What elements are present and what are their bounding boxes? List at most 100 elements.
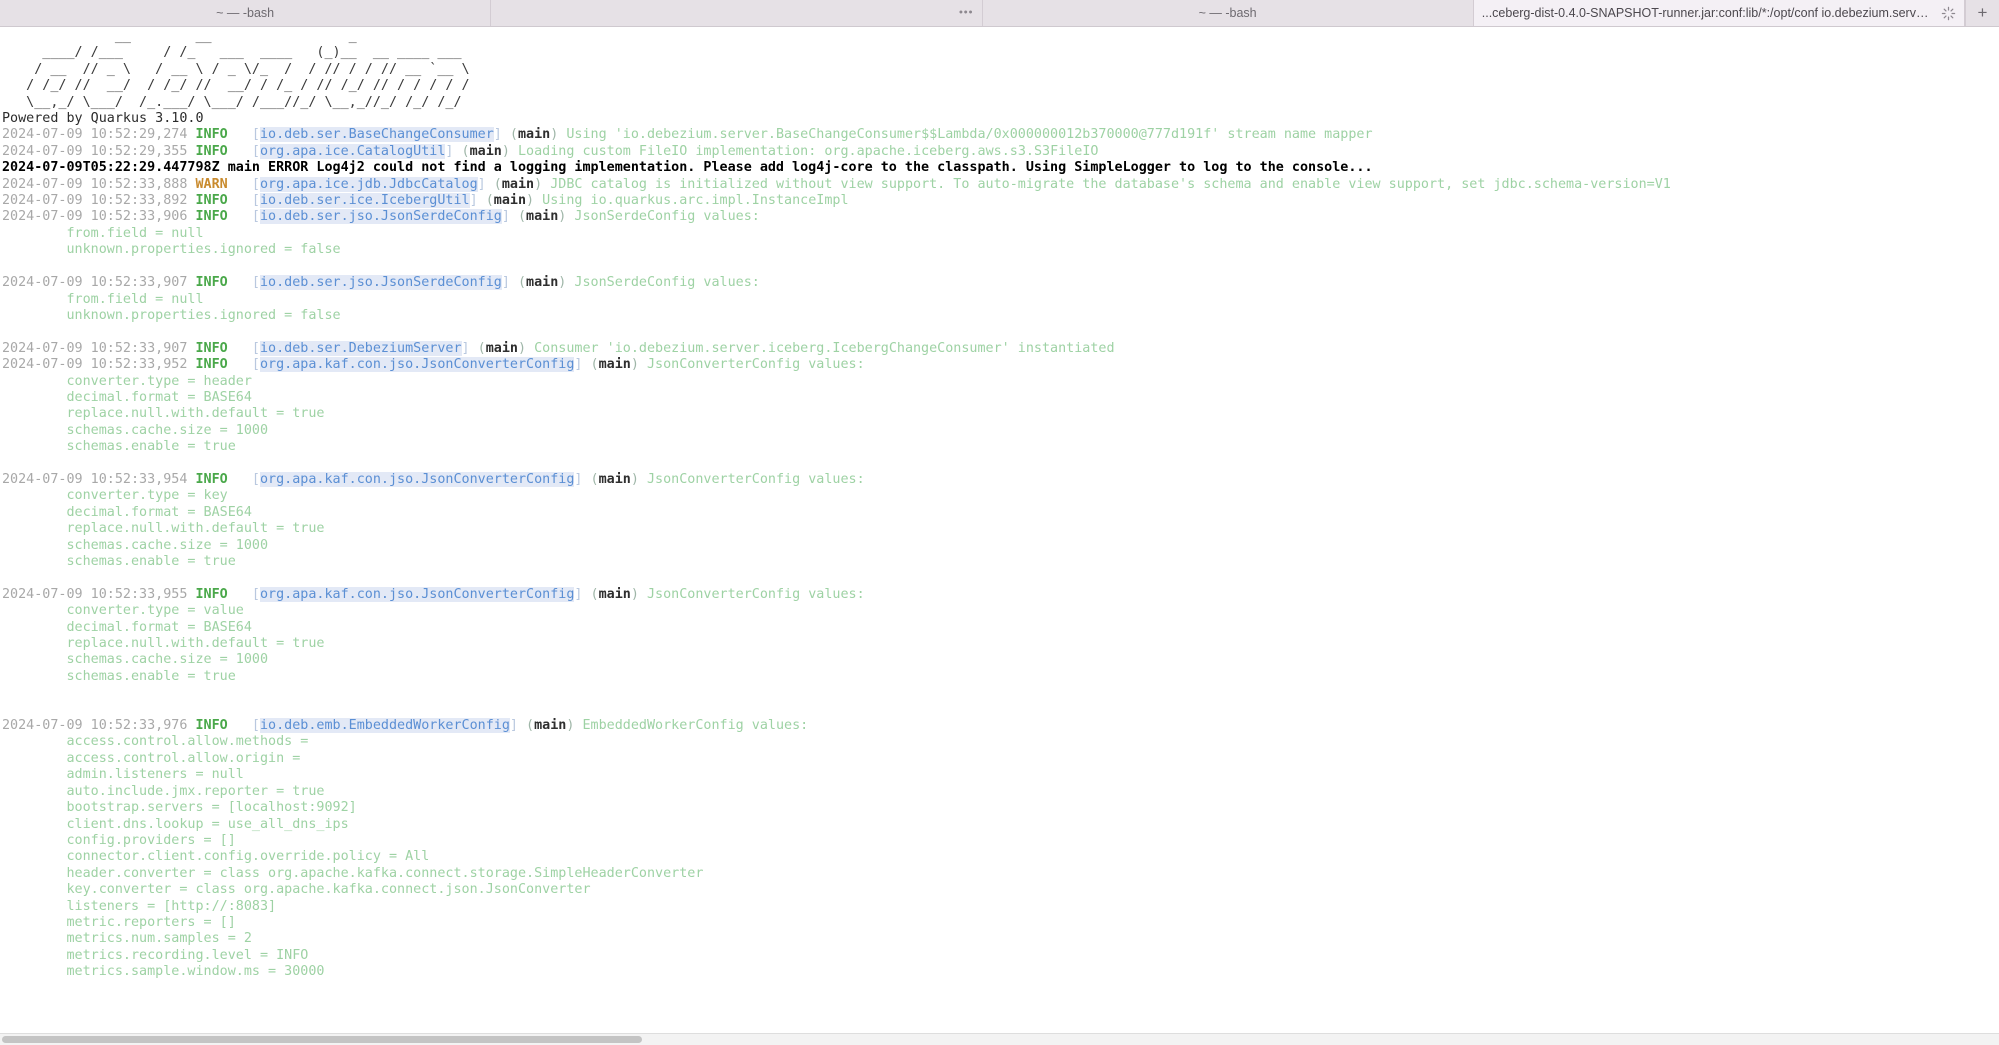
log-logger-class: org.apa.kaf.con.jso.JsonConverterConfig: [259, 471, 575, 487]
log-logger-class: io.deb.ser.ice.IcebergUtil: [259, 193, 470, 209]
vertical-scrollbar[interactable]: [1988, 27, 1999, 1033]
log-property-line: unknown.properties.ignored = false: [2, 242, 1999, 258]
log-logger-class: org.apa.kaf.con.jso.JsonConverterConfig: [259, 586, 575, 602]
new-tab-plus-icon: +: [1977, 3, 1988, 22]
log-property-text: from.field = null: [2, 225, 204, 241]
tab-bash-1[interactable]: ~ — -bash: [0, 0, 492, 26]
tab-overflow-indicator[interactable]: •••: [491, 0, 983, 26]
log-message: JsonSerdeConfig values:: [566, 209, 760, 225]
log-property-line: connector.client.config.override.policy …: [2, 849, 1999, 865]
log-level: INFO: [195, 193, 236, 209]
log-thread-paren-close: ): [534, 176, 543, 192]
log-property-text: listeners = [http://:8083]: [2, 898, 277, 914]
log-line: 2024-07-09 10:52:33,907 INFO [io.deb.ser…: [2, 275, 1999, 291]
log-property-text: connector.client.config.override.policy …: [2, 849, 430, 865]
horizontal-scrollbar[interactable]: [0, 1033, 1999, 1045]
log-thread-paren-open: (: [469, 340, 486, 356]
log-thread-name: main: [501, 176, 535, 192]
tab-bash-2[interactable]: ~ — -bash: [982, 0, 1474, 26]
log-message: Using 'io.debezium.server.BaseChangeCons…: [558, 127, 1373, 143]
log-bracket-open: [: [235, 127, 260, 143]
log-property-text: header.converter = class org.apache.kafk…: [2, 865, 704, 881]
log-thread-paren-open: (: [501, 127, 518, 143]
log-thread-paren-close: ): [630, 471, 639, 487]
log-property-line: decimal.format = BASE64: [2, 620, 1999, 636]
log-bracket-open: [: [235, 275, 260, 291]
log-thread-name: main: [526, 275, 559, 291]
log-thread-name: main: [598, 357, 631, 373]
log-bracket-open: [: [235, 193, 260, 209]
log-property-text: key.converter = class org.apache.kafka.c…: [2, 882, 591, 898]
log-message: JsonConverterConfig values:: [638, 357, 865, 373]
log-line: 2024-07-09 10:52:33,907 INFO [io.deb.ser…: [2, 340, 1999, 357]
log-property-text: schemas.enable = true: [2, 439, 236, 455]
log-property-text: bootstrap.servers = [localhost:9092]: [2, 800, 357, 816]
log-message: EmbeddedWorkerConfig values:: [574, 718, 809, 734]
log-message: JDBC catalog is initialized without view…: [542, 176, 1671, 192]
log-level: INFO: [195, 143, 236, 159]
log-thread-name: main: [517, 127, 551, 143]
log-thread-paren-open: (: [582, 357, 599, 373]
log-thread-paren-open: (: [453, 143, 470, 159]
log-property-text: metric.reporters = []: [2, 914, 236, 930]
log-lines-container: 2024-07-09 10:52:29,274 INFO [io.deb.ser…: [2, 127, 1999, 980]
tab-title: ~ — -bash: [1198, 6, 1257, 20]
log-thread-name: main: [526, 209, 559, 225]
log-logger-class: io.deb.ser.jso.JsonSerdeConfig: [259, 209, 502, 225]
log-property-line: client.dns.lookup = use_all_dns_ips: [2, 817, 1999, 833]
log-thread-name: main: [493, 193, 527, 209]
tab-debezium-server[interactable]: ...ceberg-dist-0.4.0-SNAPSHOT-runner.jar…: [1473, 0, 1965, 26]
log-level: INFO: [195, 275, 236, 291]
log-logger-class: io.deb.ser.BaseChangeConsumer: [259, 127, 494, 143]
log-level: INFO: [195, 586, 236, 602]
tab-title: ...ceberg-dist-0.4.0-SNAPSHOT-runner.jar…: [1481, 6, 1931, 20]
log-timestamp: 2024-07-09 10:52:33,907: [2, 275, 196, 291]
log-thread-paren-open: (: [509, 275, 527, 291]
log-property-line: metrics.sample.window.ms = 30000: [2, 964, 1999, 980]
log-property-text: replace.null.with.default = true: [2, 636, 325, 652]
log-property-text: schemas.enable = true: [2, 554, 236, 569]
log-message: Consumer 'io.debezium.server.iceberg.Ice…: [526, 340, 1115, 356]
log-thread-name: main: [534, 718, 567, 734]
log-bracket-open: [: [235, 471, 260, 487]
new-tab-button[interactable]: +: [1965, 0, 1999, 26]
log-line: 2024-07-09 10:52:33,952 INFO [org.apa.ka…: [2, 357, 1999, 373]
log-property-text: schemas.cache.size = 1000: [2, 652, 269, 668]
log-timestamp: 2024-07-09 10:52:29,274: [2, 127, 196, 143]
log-property-line: auto.include.jmx.reporter = true: [2, 784, 1999, 800]
log-property-line: bootstrap.servers = [localhost:9092]: [2, 800, 1999, 816]
log-timestamp: 2024-07-09 10:52:33,952: [2, 357, 196, 373]
horizontal-scrollbar-thumb[interactable]: [2, 1036, 642, 1043]
log-property-line: converter.type = key: [2, 488, 1999, 504]
log-property-text: schemas.cache.size = 1000: [2, 422, 269, 438]
terminal-output: __ __ _ ____/ /___ / /_ ___ ____ (_)__ _…: [0, 27, 1999, 1045]
log-property-text: converter.type = header: [2, 373, 252, 389]
powered-by-text: Powered by Quarkus 3.10.0: [2, 111, 204, 127]
terminal-window[interactable]: __ __ _ ____/ /___ / /_ ___ ____ (_)__ _…: [0, 27, 1999, 1045]
log-thread-paren-close: ): [526, 193, 535, 209]
log-property-line: replace.null.with.default = true: [2, 636, 1999, 652]
log-timestamp: 2024-07-09 10:52:29,355: [2, 143, 196, 159]
log-property-line: decimal.format = BASE64: [2, 505, 1999, 521]
powered-by-quarkus-line: Powered by Quarkus 3.10.0: [2, 111, 1999, 127]
log-property-line: schemas.cache.size = 1000: [2, 538, 1999, 554]
tab-more-dots-icon: •••: [958, 6, 974, 19]
tab-title: ~ — -bash: [216, 6, 275, 20]
log-blank-line: [2, 324, 1999, 340]
log-property-text: config.providers = []: [2, 832, 236, 848]
log-line: 2024-07-09 10:52:33,955 INFO [org.apa.ka…: [2, 586, 1999, 603]
log-property-text: metrics.num.samples = 2: [2, 931, 252, 947]
log-property-line: header.converter = class org.apache.kafk…: [2, 866, 1999, 882]
log-property-text: auto.include.jmx.reporter = true: [2, 783, 325, 799]
log-bracket-open: [: [235, 718, 260, 734]
log-error-line: 2024-07-09T05:22:29.447798Z main ERROR L…: [2, 160, 1999, 176]
log-bracket-open: [: [235, 340, 260, 356]
log-timestamp: 2024-07-09 10:52:33,976: [2, 718, 196, 734]
log-line: 2024-07-09 10:52:33,906 INFO [io.deb.ser…: [2, 209, 1999, 225]
log-property-line: replace.null.with.default = true: [2, 406, 1999, 422]
log-line: 2024-07-09 10:52:29,274 INFO [io.deb.ser…: [2, 127, 1999, 143]
log-property-text: replace.null.with.default = true: [2, 521, 325, 537]
log-property-line: metric.reporters = []: [2, 915, 1999, 931]
log-property-text: metrics.recording.level = INFO: [2, 947, 309, 963]
log-property-line: access.control.allow.origin =: [2, 751, 1999, 767]
